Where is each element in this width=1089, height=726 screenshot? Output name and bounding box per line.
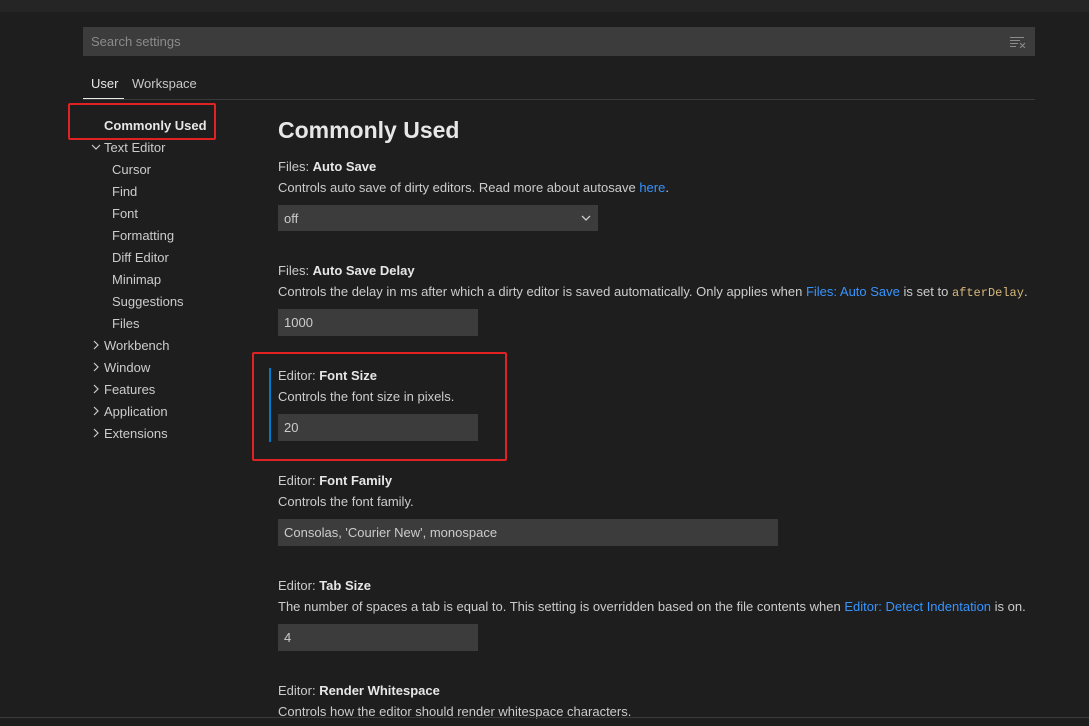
page-title: Commonly Used xyxy=(278,117,460,143)
font-family-field[interactable] xyxy=(284,525,772,540)
settings-scope-tabs: User Workspace xyxy=(83,70,1035,100)
setting-desc-auto-save-delay: Controls the delay in ms after which a d… xyxy=(278,284,1028,300)
toc-workbench[interactable]: Workbench xyxy=(86,338,170,353)
setting-desc-tab-size: The number of spaces a tab is equal to. … xyxy=(278,599,1026,614)
toc-files[interactable]: Files xyxy=(112,316,139,331)
chevron-right-icon xyxy=(93,428,99,438)
setting-title-auto-save: Files: Auto Save xyxy=(278,159,376,174)
toc-find[interactable]: Find xyxy=(112,184,137,199)
chevron-right-icon xyxy=(93,340,99,350)
toc-extensions[interactable]: Extensions xyxy=(86,426,168,441)
setting-desc-auto-save: Controls auto save of dirty editors. Rea… xyxy=(278,180,669,195)
toc-cursor[interactable]: Cursor xyxy=(112,162,151,177)
code-after-delay: afterDelay xyxy=(951,286,1024,300)
select-value: off xyxy=(284,210,299,226)
setting-name: Render Whitespace xyxy=(319,683,440,698)
auto-save-select[interactable]: off xyxy=(278,205,598,231)
desc-end: . xyxy=(665,180,669,195)
desc-text: Controls auto save of dirty editors. Rea… xyxy=(278,180,640,195)
toc-suggestions[interactable]: Suggestions xyxy=(112,294,184,309)
setting-title-render-whitespace: Editor: Render Whitespace xyxy=(278,683,440,698)
clear-filter-icon[interactable] xyxy=(1007,35,1029,49)
toc-extensions-label: Extensions xyxy=(104,426,168,441)
setting-name: Tab Size xyxy=(319,578,371,593)
setting-name: Auto Save xyxy=(312,159,377,174)
toc-features-label: Features xyxy=(104,382,156,397)
setting-category: Files: xyxy=(278,159,313,174)
chevron-down-icon xyxy=(91,144,101,150)
tab-user[interactable]: User xyxy=(91,76,118,91)
setting-category: Editor: xyxy=(278,683,320,698)
setting-title-auto-save-delay: Files: Auto Save Delay xyxy=(278,263,415,278)
setting-desc-font-family: Controls the font family. xyxy=(278,494,414,509)
desc-end: is on. xyxy=(991,599,1026,614)
desc-text: Controls the delay in ms after which a d… xyxy=(278,284,806,299)
setting-category: Files: xyxy=(278,263,313,278)
desc-end: . xyxy=(1023,284,1028,299)
setting-title-font-family: Editor: Font Family xyxy=(278,473,392,488)
title-strip xyxy=(0,0,1089,12)
font-family-input[interactable] xyxy=(278,519,778,546)
toc-text-editor[interactable]: Text Editor xyxy=(86,140,165,155)
toc-formatting[interactable]: Formatting xyxy=(112,228,174,243)
annotation-box-font-size xyxy=(252,352,507,461)
toc-minimap[interactable]: Minimap xyxy=(112,272,161,287)
annotation-box-toc xyxy=(68,103,216,140)
chevron-right-icon xyxy=(93,384,99,394)
toc-application[interactable]: Application xyxy=(86,404,168,419)
toc-font[interactable]: Font xyxy=(112,206,138,221)
toc-features[interactable]: Features xyxy=(86,382,155,397)
setting-name: Font Family xyxy=(319,473,393,488)
setting-category: Editor: xyxy=(278,473,320,488)
tab-workspace[interactable]: Workspace xyxy=(132,76,197,91)
desc-text: The number of spaces a tab is equal to. … xyxy=(278,599,845,614)
panel-divider xyxy=(0,717,1089,718)
setting-category: Editor: xyxy=(278,578,320,593)
search-input[interactable] xyxy=(89,33,1007,50)
search-bar[interactable] xyxy=(83,27,1035,56)
active-tab-indicator xyxy=(83,98,124,99)
tab-size-field[interactable] xyxy=(284,630,472,645)
chevron-right-icon xyxy=(93,406,99,416)
files-auto-save-link[interactable]: Files: Auto Save xyxy=(806,284,900,299)
auto-save-delay-field[interactable] xyxy=(284,315,472,330)
setting-title-tab-size: Editor: Tab Size xyxy=(278,578,371,593)
toc-application-label: Application xyxy=(104,404,168,419)
auto-save-delay-input[interactable] xyxy=(278,309,478,336)
tab-size-input[interactable] xyxy=(278,624,478,651)
chevron-down-icon xyxy=(581,215,591,221)
setting-name: Auto Save Delay xyxy=(312,263,415,278)
chevron-right-icon xyxy=(93,362,99,372)
detect-indentation-link[interactable]: Editor: Detect Indentation xyxy=(844,599,991,614)
toc-window[interactable]: Window xyxy=(86,360,150,375)
autosave-docs-link[interactable]: here xyxy=(639,180,665,195)
toc-workbench-label: Workbench xyxy=(104,338,170,353)
toc-text-editor-label: Text Editor xyxy=(104,140,166,155)
toc-diff-editor[interactable]: Diff Editor xyxy=(112,250,169,265)
desc-mid: is set to xyxy=(899,284,952,299)
toc-window-label: Window xyxy=(104,360,151,375)
